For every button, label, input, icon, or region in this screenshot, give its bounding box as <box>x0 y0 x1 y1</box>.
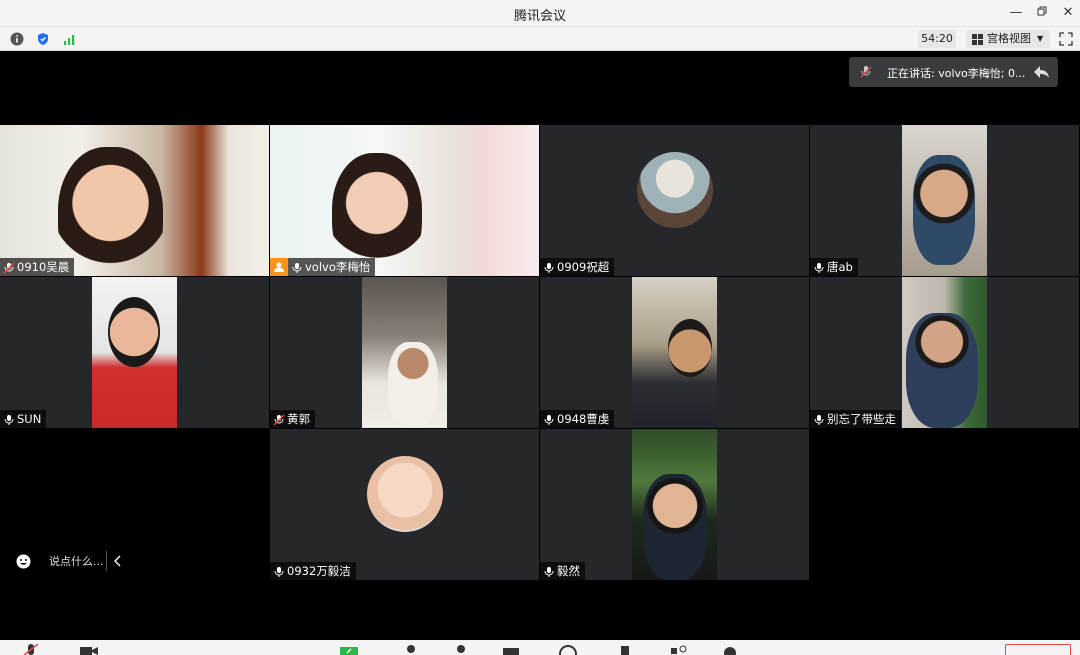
participant-tile[interactable]: SUN <box>0 277 269 428</box>
network-signal-icon[interactable] <box>62 31 78 47</box>
mic-icon <box>273 563 285 581</box>
participant-face <box>668 319 712 377</box>
mic-icon <box>813 259 825 277</box>
participant-namebar: SUN <box>0 410 47 429</box>
divider <box>106 551 107 571</box>
raise-hand-icon <box>621 646 629 655</box>
participant-name: volvo李梅怡 <box>305 260 371 274</box>
participant-name: 黄郭 <box>287 412 310 426</box>
muted-mic-icon <box>273 411 285 429</box>
participant-tile[interactable]: 0932万毅洁 <box>270 429 539 580</box>
members-icon <box>457 645 465 653</box>
security-shield-icon[interactable] <box>36 31 52 47</box>
participant-name: 别忘了带些走 <box>827 412 896 426</box>
participant-face <box>58 147 163 276</box>
participant-name: 毅然 <box>557 564 580 578</box>
participant-namebar: 黄郭 <box>270 410 315 428</box>
meeting-toolbar: 54:20 宫格视图 ▼ <box>0 27 1080 51</box>
chat-icon <box>503 648 519 655</box>
participant-tile[interactable]: 0910吴晨 <box>0 125 269 276</box>
participant-namebar: 0932万毅洁 <box>270 562 356 580</box>
leave-meeting-button[interactable] <box>1005 644 1071 655</box>
participant-namebar: 别忘了带些走 <box>810 410 901 428</box>
participant-namebar: 毅然 <box>540 562 585 580</box>
participant-face <box>913 155 975 265</box>
mute-mic-icon <box>23 644 39 655</box>
participant-namebar: 0909祝超 <box>540 258 615 277</box>
participant-tile[interactable]: 0909祝超 <box>540 125 809 276</box>
camera-icon <box>80 647 98 655</box>
mic-icon <box>813 411 825 429</box>
participant-namebar: volvo李梅怡 <box>270 258 376 277</box>
mic-icon <box>291 259 303 277</box>
info-icon[interactable] <box>10 31 26 47</box>
participant-name: SUN <box>17 412 42 426</box>
participant-name: 0909祝超 <box>557 260 610 274</box>
participant-tile[interactable]: 毅然 <box>540 429 809 580</box>
mic-icon <box>3 411 15 429</box>
participant-avatar <box>367 456 443 532</box>
apps-icon <box>671 645 687 654</box>
participant-face <box>906 313 978 428</box>
participant-name: 0948曹虔 <box>557 412 610 426</box>
collapse-arrow-icon <box>1034 66 1049 78</box>
minimize-button[interactable]: — <box>1007 4 1025 22</box>
muted-mic-icon <box>860 66 872 78</box>
chat-placeholder[interactable]: 说点什么... <box>49 553 104 569</box>
fullscreen-icon[interactable] <box>1059 31 1075 47</box>
participant-name: 0932万毅洁 <box>287 564 351 578</box>
speaking-indicator[interactable]: 正在讲话: volvo李梅怡; 0... <box>849 57 1058 87</box>
restore-button[interactable] <box>1033 4 1051 22</box>
title-bar: 腾讯会议 — ✕ <box>0 0 1080 27</box>
participant-namebar: 0910吴晨 <box>0 258 75 277</box>
mic-icon <box>543 563 555 581</box>
chevron-down-icon: ▼ <box>1037 34 1044 43</box>
participant-namebar: 0948曹虔 <box>540 410 615 429</box>
restore-icon <box>1037 6 1047 16</box>
record-icon <box>559 645 577 655</box>
meeting-timer: 54:20 <box>918 30 956 48</box>
view-mode-label: 宫格视图 <box>987 32 1031 45</box>
participant-tile[interactable]: 别忘了带些走 <box>810 277 1079 428</box>
emoji-icon <box>16 554 31 569</box>
mic-icon <box>543 259 555 277</box>
participant-tile[interactable]: 唐ab <box>810 125 1079 276</box>
close-button[interactable]: ✕ <box>1059 4 1077 22</box>
window-title: 腾讯会议 <box>513 9 566 24</box>
participant-tile-active[interactable]: volvo李梅怡 <box>270 125 539 276</box>
participant-tile[interactable]: 黄郭 <box>270 277 539 428</box>
view-mode-select[interactable]: 宫格视图 ▼ <box>966 30 1050 48</box>
participant-face <box>643 474 707 580</box>
participant-namebar: 唐ab <box>810 258 858 276</box>
chevron-left-icon <box>114 555 121 567</box>
grid-view-icon <box>972 34 983 45</box>
participant-name: 0910吴晨 <box>17 260 70 274</box>
participant-face <box>388 342 438 428</box>
host-badge-icon <box>270 258 288 276</box>
speaking-text: 正在讲话: volvo李梅怡; 0... <box>887 67 1026 80</box>
muted-mic-icon <box>3 259 15 277</box>
participant-name: 唐ab <box>827 260 853 274</box>
bottom-control-bar <box>0 640 1080 655</box>
invite-icon <box>407 645 415 653</box>
share-screen-icon <box>340 647 358 655</box>
participant-face <box>108 297 160 367</box>
mic-icon <box>543 411 555 429</box>
settings-gear-icon <box>724 647 736 655</box>
participant-tile[interactable]: 0948曹虔 <box>540 277 809 428</box>
participant-avatar <box>637 152 713 228</box>
